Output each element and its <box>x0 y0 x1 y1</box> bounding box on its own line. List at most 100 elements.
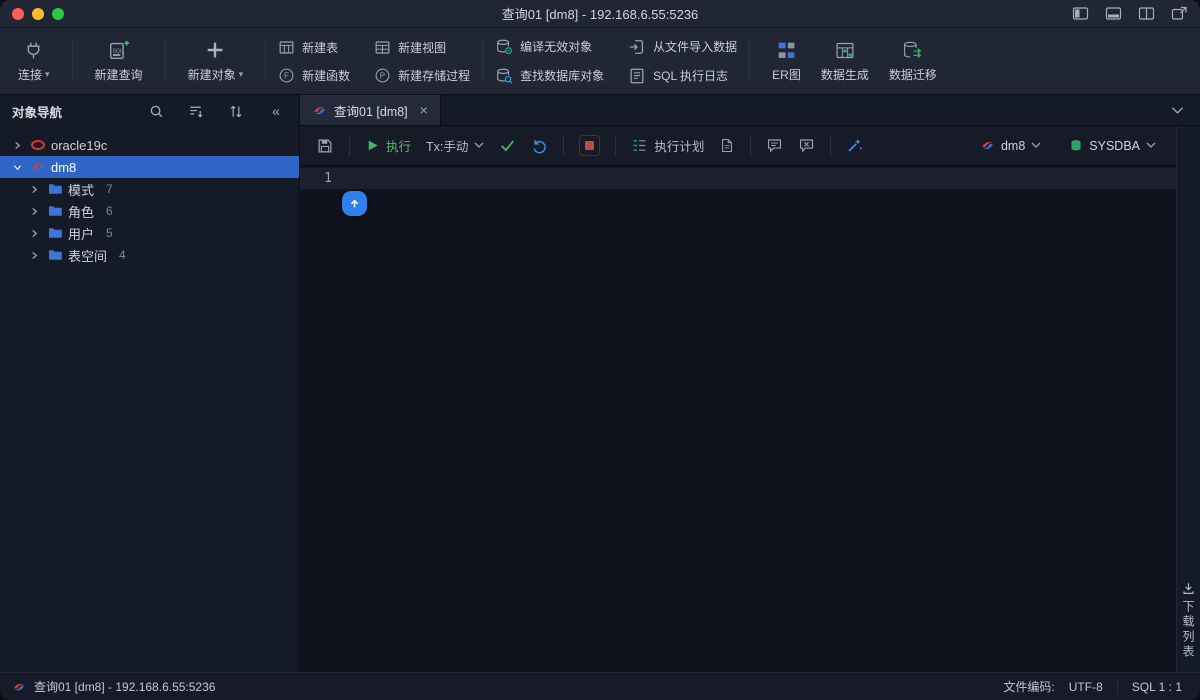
import-from-file-button[interactable]: 从文件导入数据 <box>628 38 737 56</box>
connection-label: dm8 <box>1000 138 1026 153</box>
svg-text:P: P <box>380 71 385 80</box>
open-external-icon[interactable] <box>1171 6 1188 21</box>
explain-plan-button[interactable]: 执行计划 <box>631 136 704 155</box>
file-import-icon <box>628 38 646 56</box>
connect-label: 连接 <box>18 68 43 82</box>
close-button[interactable] <box>12 7 24 20</box>
new-view-button[interactable]: 新建视图 <box>374 39 470 56</box>
editor-action-badge[interactable] <box>342 191 367 216</box>
chevron-right-icon[interactable] <box>27 204 41 218</box>
tree-item-count: 6 <box>106 204 113 218</box>
zoom-button[interactable] <box>52 7 64 20</box>
tree-item-oracle19c[interactable]: oracle19c <box>0 134 299 156</box>
chevron-right-icon[interactable] <box>27 226 41 240</box>
encoding-value[interactable]: UTF-8 <box>1069 680 1103 694</box>
tab-label: 查询01 [dm8] <box>334 104 408 119</box>
stop-button[interactable] <box>579 135 601 156</box>
tree-item-users[interactable]: 用户 5 <box>0 222 299 244</box>
export-result-button[interactable] <box>719 137 735 154</box>
chevron-right-icon[interactable] <box>27 182 41 196</box>
editor-body: 执行 Tx:手动 执行计划 dm8 SYSDBA 1 下载列表 <box>300 126 1200 672</box>
comment-bubble-icon <box>768 139 782 153</box>
object-navigator-header: 对象导航 « <box>0 95 299 127</box>
connect-button[interactable]: 连接 ▾ <box>8 36 60 86</box>
minimize-button[interactable] <box>32 7 44 20</box>
editor-current-line[interactable]: 1 <box>300 168 1176 189</box>
new-procedure-button[interactable]: P 新建存储过程 <box>374 67 470 84</box>
main-area: 对象导航 « oracle19c dm8 模式 7 角色 6 用户 5 表空间 … <box>0 95 1200 672</box>
tab-query01[interactable]: 查询01 [dm8] × <box>300 95 441 125</box>
chevron-right-icon[interactable] <box>27 248 41 262</box>
status-separator <box>1116 679 1118 694</box>
toggle-bottom-panel-icon[interactable] <box>1105 6 1122 21</box>
search-icon[interactable] <box>147 102 165 120</box>
tree-item-dm8[interactable]: dm8 <box>0 156 299 178</box>
tree-item-schemas[interactable]: 模式 7 <box>0 178 299 200</box>
new-function-button[interactable]: F 新建函数 <box>278 67 350 84</box>
status-connection-text: 查询01 [dm8] - 192.168.6.55:5236 <box>34 680 216 694</box>
save-icon <box>318 139 332 152</box>
er-diagram-icon <box>776 39 797 61</box>
new-procedure-label: 新建存储过程 <box>398 68 471 83</box>
status-bar: 查询01 [dm8] - 192.168.6.55:5236 文件编码: UTF… <box>0 672 1200 700</box>
toolbar-separator <box>349 135 350 156</box>
editor-column: 执行 Tx:手动 执行计划 dm8 SYSDBA 1 <box>300 126 1176 672</box>
title-bar: 查询01 [dm8] - 192.168.6.55:5236 <box>0 0 1200 28</box>
new-object-button[interactable]: 新建对象 ▾ <box>178 36 254 86</box>
compile-invalid-objects-button[interactable]: 编译无效对象 <box>495 38 604 56</box>
log-document-icon <box>628 67 646 85</box>
format-sql-button[interactable] <box>846 137 863 154</box>
status-right: 文件编码: UTF-8 SQL 1 : 1 <box>1003 678 1188 695</box>
status-connection: 查询01 [dm8] - 192.168.6.55:5236 <box>12 678 215 695</box>
database-search-icon <box>495 67 513 85</box>
download-list-button[interactable]: 下载列表 <box>1176 126 1200 672</box>
download-list-label: 下载列表 <box>1181 600 1195 660</box>
er-diagram-button[interactable]: ER图 <box>762 36 811 86</box>
collapse-all-icon[interactable] <box>187 102 205 120</box>
data-generate-button[interactable]: 数据生成 <box>811 36 879 86</box>
explain-plan-label: 执行计划 <box>654 140 705 154</box>
data-migrate-label: 数据迁移 <box>888 68 937 82</box>
tab-list-button[interactable] <box>1155 95 1200 125</box>
execute-button[interactable]: 执行 <box>365 136 411 155</box>
add-comment-button[interactable] <box>766 137 783 154</box>
tree-settings-icon[interactable] <box>227 102 245 120</box>
sql-editor[interactable]: 1 <box>300 166 1176 672</box>
sql-log-label: SQL 执行日志 <box>653 69 729 83</box>
save-button[interactable] <box>316 137 334 155</box>
connection-selector[interactable]: dm8 <box>980 138 1041 153</box>
sql-log-button[interactable]: SQL 执行日志 <box>628 67 737 85</box>
remove-comment-button[interactable] <box>798 137 815 154</box>
play-icon <box>368 140 378 151</box>
tab-close-icon[interactable]: × <box>420 103 428 117</box>
tx-mode-dropdown[interactable]: Tx:手动 <box>426 136 484 155</box>
find-db-object-button[interactable]: 查找数据库对象 <box>495 67 604 85</box>
toolbar-separator <box>164 39 166 83</box>
object-navigator: 对象导航 « oracle19c dm8 模式 7 角色 6 用户 5 表空间 … <box>0 95 300 672</box>
function-icon: F <box>278 67 295 84</box>
split-view-icon[interactable] <box>1138 6 1155 21</box>
toolbar-separator <box>750 135 752 156</box>
magic-wand-icon <box>848 139 863 152</box>
new-query-button[interactable]: SQL 新建查询 <box>85 36 153 86</box>
tree-item-tablespaces[interactable]: 表空间 4 <box>0 244 299 266</box>
tx-mode-label: Tx:手动 <box>426 140 469 154</box>
svg-text:SQL: SQL <box>113 48 123 54</box>
chevron-right-icon[interactable] <box>10 138 24 152</box>
folder-icon <box>46 247 63 264</box>
download-icon <box>1183 583 1194 594</box>
role-selector[interactable]: SYSDBA <box>1069 138 1156 153</box>
procedure-icon: P <box>374 67 391 84</box>
rollback-button[interactable] <box>531 137 548 154</box>
commit-button[interactable] <box>499 138 516 153</box>
chevron-down-icon[interactable] <box>10 160 24 174</box>
chevron-down-icon <box>1031 142 1041 148</box>
collapse-sidebar-icon[interactable]: « <box>267 102 285 120</box>
compile-invalid-label: 编译无效对象 <box>520 40 593 54</box>
tree-item-label: oracle19c <box>51 137 108 153</box>
new-table-button[interactable]: 新建表 <box>278 39 350 56</box>
toggle-left-panel-icon[interactable] <box>1072 6 1089 21</box>
tree-item-label: 用户 <box>68 226 95 242</box>
data-migrate-button[interactable]: 数据迁移 <box>879 36 947 86</box>
tree-item-roles[interactable]: 角色 6 <box>0 200 299 222</box>
